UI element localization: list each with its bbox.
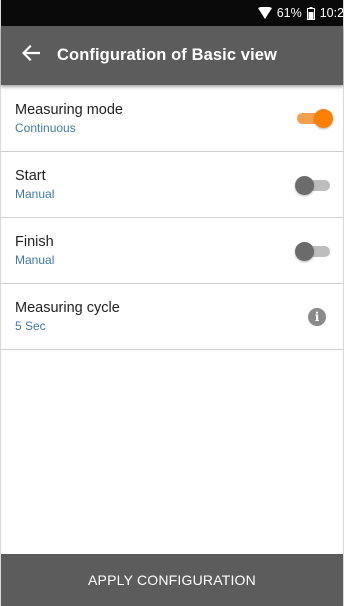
wifi-icon bbox=[257, 6, 272, 19]
back-button[interactable] bbox=[17, 42, 45, 70]
status-bar: 61% 10:29 bbox=[1, 0, 343, 26]
status-time: 10:29 bbox=[319, 6, 343, 20]
setting-row-measuring-cycle[interactable]: Measuring cycle 5 Sec i bbox=[1, 284, 343, 350]
battery-icon bbox=[306, 6, 315, 20]
setting-value: Continuous bbox=[15, 120, 76, 135]
info-icon[interactable]: i bbox=[308, 307, 326, 326]
toggle-thumb bbox=[295, 241, 314, 261]
setting-text: Measuring cycle 5 Sec bbox=[15, 299, 120, 334]
battery-percent: 61% bbox=[276, 6, 302, 20]
setting-label: Measuring mode bbox=[15, 101, 123, 118]
page-title: Configuration of Basic view bbox=[57, 46, 277, 64]
screen: 61% 10:29 Configuration of Basic view Me… bbox=[0, 0, 344, 606]
setting-row-measuring-mode[interactable]: Measuring mode Continuous bbox=[1, 85, 343, 152]
setting-text: Finish Manual bbox=[15, 233, 54, 268]
app-bar: Configuration of Basic view bbox=[1, 26, 343, 85]
setting-row-start[interactable]: Start Manual bbox=[1, 152, 343, 218]
setting-value: Manual bbox=[15, 253, 55, 267]
toggle-thumb bbox=[295, 175, 314, 195]
apply-configuration-button[interactable]: APPLY CONFIGURATION bbox=[1, 554, 343, 606]
setting-text: Start Manual bbox=[15, 167, 54, 202]
arrow-left-icon bbox=[21, 44, 41, 66]
settings-list: Measuring mode Continuous Start Manual F… bbox=[1, 85, 343, 350]
setting-label: Finish bbox=[15, 234, 54, 250]
setting-row-finish[interactable]: Finish Manual bbox=[1, 218, 343, 284]
setting-label: Measuring cycle bbox=[15, 300, 120, 316]
start-toggle[interactable] bbox=[295, 175, 331, 195]
setting-label: Start bbox=[15, 168, 46, 184]
measuring-mode-toggle[interactable] bbox=[297, 108, 333, 128]
finish-toggle[interactable] bbox=[295, 241, 331, 261]
setting-value: Manual bbox=[15, 187, 55, 201]
setting-text: Measuring mode Continuous bbox=[15, 101, 123, 136]
toggle-thumb bbox=[314, 109, 333, 128]
setting-value: 5 Sec bbox=[15, 319, 46, 333]
